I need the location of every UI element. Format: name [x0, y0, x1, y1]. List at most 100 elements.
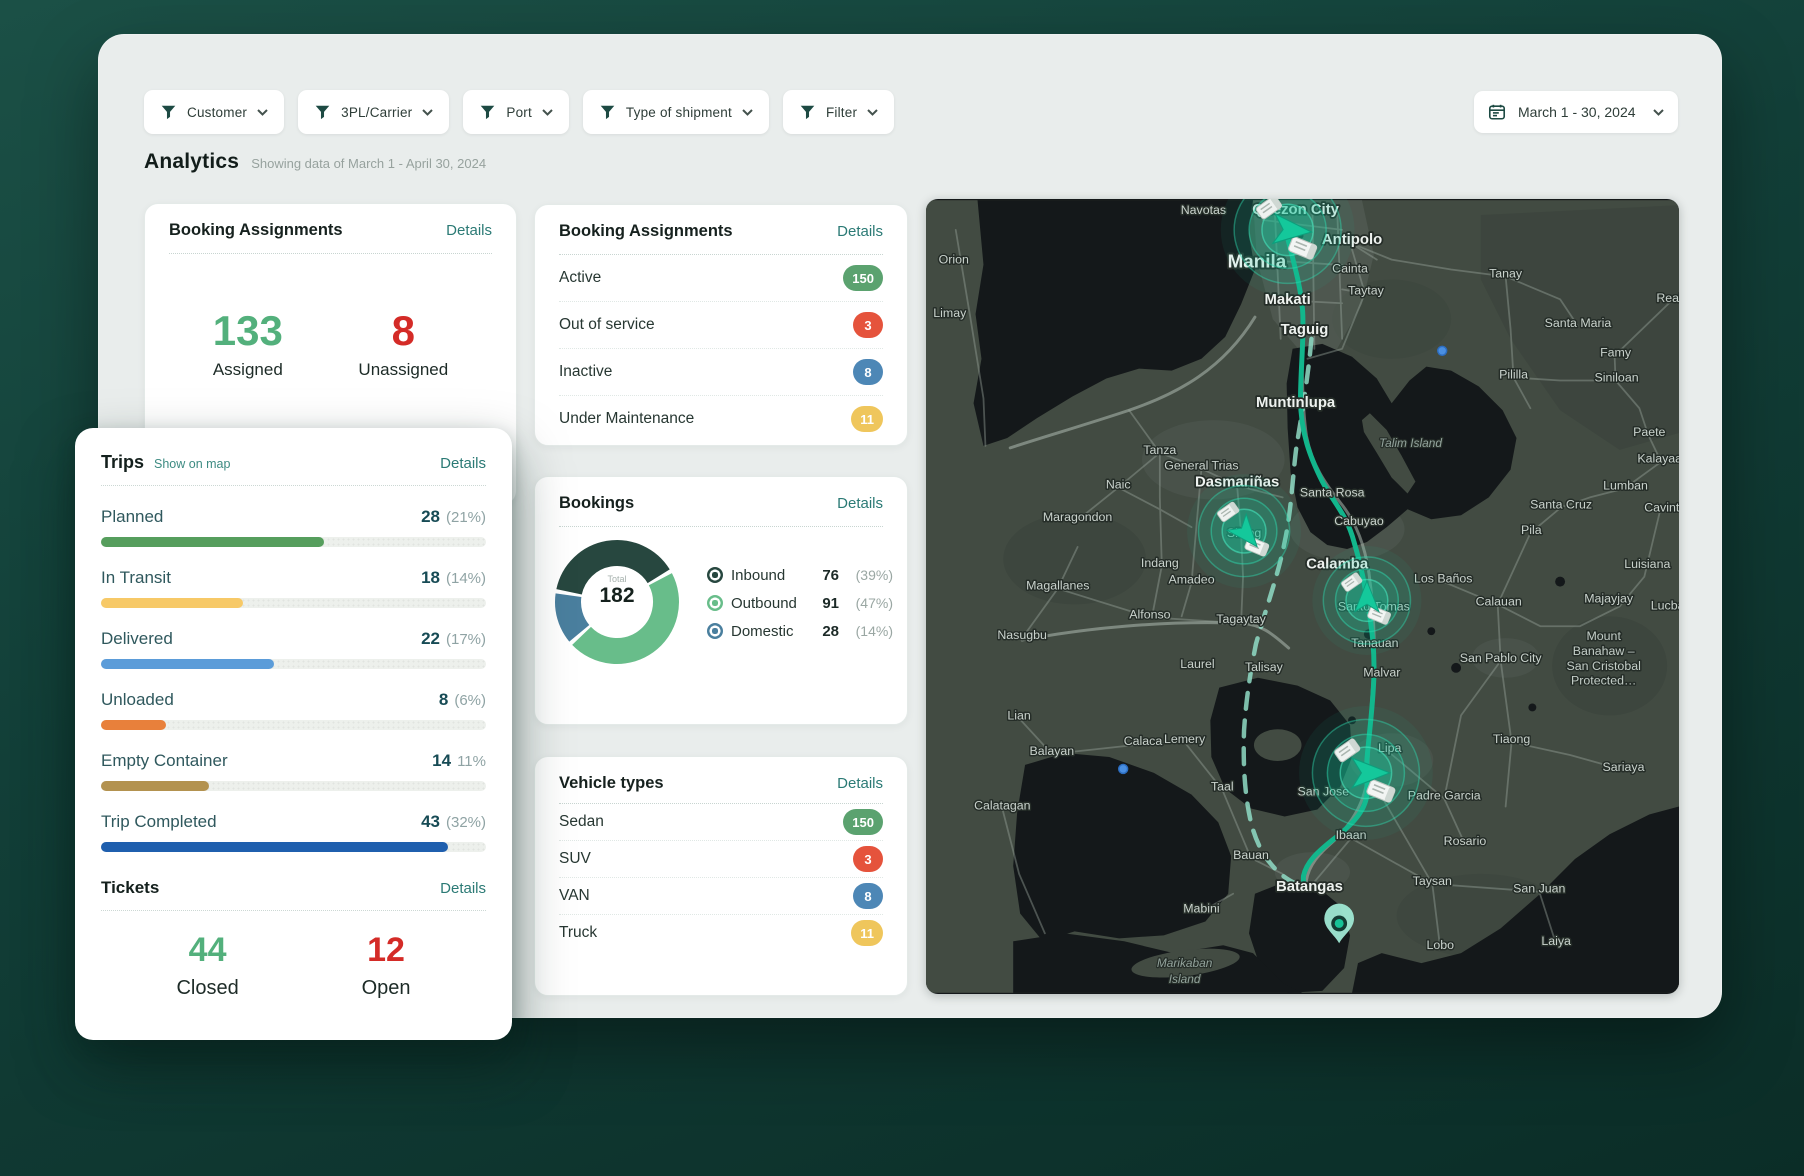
filter-label: 3PL/Carrier [341, 105, 412, 120]
legend-item-inbound: Inbound 76 (39%) [707, 561, 893, 589]
status-label: Under Maintenance [559, 410, 694, 428]
map-place-label: Cavinti [1644, 500, 1679, 514]
status-label: Inactive [559, 363, 612, 381]
map-poi-dot [1119, 764, 1128, 773]
map-place-label: Cabuyao [1334, 514, 1384, 528]
map-place-label: Island [1169, 972, 1201, 986]
trip-row-trip-completed: Trip Completed 43(32%) [75, 812, 512, 852]
map-place-label: Balayan [1029, 744, 1074, 758]
count-badge: 3 [853, 846, 883, 872]
bookings-card: Bookings Details Total 182 Inbound 76 (3… [534, 476, 908, 725]
map-place-label: Famy [1600, 346, 1632, 360]
vehicle-cluster-marker[interactable] [1312, 546, 1421, 655]
status-row-out-of-service: Out of service 3 [535, 302, 907, 348]
map-place-label: Siniloan [1595, 370, 1639, 384]
map-place-label: Kalayaan [1637, 452, 1679, 466]
map-place-label: Santa Cruz [1530, 497, 1592, 511]
count-badge: 11 [851, 920, 883, 946]
filter-type-of-shipment[interactable]: Type of shipment [583, 90, 769, 134]
status-row-under-maintenance: Under Maintenance 11 [535, 396, 907, 442]
map-place-label: Alfonso [1129, 607, 1170, 621]
funnel-icon [479, 104, 496, 121]
unassigned-label: Unassigned [358, 360, 448, 380]
tickets-title: Tickets [101, 878, 159, 898]
vehicle-row-van: VAN 8 [535, 878, 907, 914]
filter-generic[interactable]: Filter [783, 90, 894, 134]
map-place-label: Calauan [1476, 594, 1522, 608]
legend-dot-icon [707, 567, 723, 583]
unassigned-value: 8 [358, 310, 448, 352]
progress-track [101, 537, 486, 547]
filter-3pl-carrier[interactable]: 3PL/Carrier [298, 90, 449, 134]
vehicle-cluster-marker[interactable] [1187, 474, 1301, 588]
details-link[interactable]: Details [837, 775, 883, 792]
page-title: Analytics [144, 150, 239, 174]
map-place-label: Limay [933, 306, 967, 320]
filter-port[interactable]: Port [463, 90, 569, 134]
map-place-label: Paete [1633, 425, 1665, 439]
progress-track [101, 781, 486, 791]
vehicle-row-suv: SUV 3 [535, 841, 907, 877]
details-link[interactable]: Details [837, 223, 883, 240]
card-title: Vehicle types [559, 774, 664, 793]
bookings-donut-chart: Total 182 [549, 534, 685, 670]
assigned-label: Assigned [213, 360, 283, 380]
filter-label: Customer [187, 105, 247, 120]
open-label: Open [362, 977, 411, 1000]
fleet-map[interactable]: Quezon CityNavotasManilaMakatiTaguigMunt… [926, 199, 1679, 994]
details-link[interactable]: Details [446, 222, 492, 239]
map-place-label: Orion [939, 253, 969, 267]
divider [169, 253, 492, 254]
map-place-label: Malvar [1363, 666, 1400, 680]
map-area-label: Protected… [1571, 674, 1636, 688]
closed-label: Closed [176, 977, 238, 1000]
map-place-label: General Trias [1164, 459, 1238, 473]
progress-fill [101, 537, 324, 547]
page-subtitle: Showing data of March 1 - April 30, 2024 [251, 156, 486, 171]
map-place-label: San Juan [1513, 882, 1565, 896]
trips-card: Trips Show on map Details Planned 28(21%… [75, 428, 512, 1040]
progress-track [101, 842, 486, 852]
count-badge: 8 [853, 883, 883, 909]
filter-customer[interactable]: Customer [144, 90, 284, 134]
map-place-label: Naic [1106, 478, 1131, 492]
count-badge: 3 [853, 312, 883, 338]
map-poi-dot [1438, 346, 1447, 355]
map-place-label: Talisay [1245, 660, 1284, 674]
funnel-icon [599, 104, 616, 121]
show-on-map-link[interactable]: Show on map [154, 457, 440, 471]
filter-label: Port [506, 105, 532, 120]
map-place-label: Santa Rosa [1300, 485, 1365, 499]
vehicle-label: Truck [559, 924, 597, 942]
map-place-label: Tanza [1143, 443, 1176, 457]
count-badge: 11 [851, 406, 883, 432]
donut-legend: Inbound 76 (39%) Outbound 91 (47%) Domes… [707, 561, 893, 645]
details-link[interactable]: Details [440, 455, 486, 472]
map-place-label: Taysan [1413, 874, 1452, 888]
map-place-label: Tiaong [1493, 732, 1530, 746]
vehicle-cluster-marker[interactable] [1299, 706, 1433, 840]
details-link[interactable]: Details [837, 495, 883, 512]
map-place-label: Lemery [1164, 732, 1206, 746]
chevron-down-icon [257, 109, 268, 116]
divider [101, 910, 486, 911]
progress-track [101, 659, 486, 669]
assigned-stat: 133 Assigned [213, 310, 283, 380]
vehicle-label: SUV [559, 850, 591, 868]
map-place-label: Majayjay [1584, 591, 1634, 605]
booking-assignments-status-card: Booking Assignments Details Active 150 O… [534, 204, 908, 446]
map-place-label: Laiya [1541, 934, 1571, 948]
date-range-picker[interactable]: March 1 - 30, 2024 [1474, 91, 1678, 133]
map-place-label: Lian [1007, 708, 1031, 722]
map-place-label: Lumban [1603, 478, 1648, 492]
chevron-down-icon [742, 109, 753, 116]
count-badge: 150 [843, 265, 883, 291]
chevron-down-icon [1653, 109, 1664, 116]
trips-title: Trips [101, 452, 144, 473]
trip-row-delivered: Delivered 22(17%) [75, 629, 512, 669]
progress-fill [101, 598, 243, 608]
map-place-label: Rosario [1444, 834, 1487, 848]
unassigned-stat: 8 Unassigned [358, 310, 448, 380]
vehicle-row-truck: Truck 11 [535, 915, 907, 951]
details-link[interactable]: Details [440, 880, 486, 897]
